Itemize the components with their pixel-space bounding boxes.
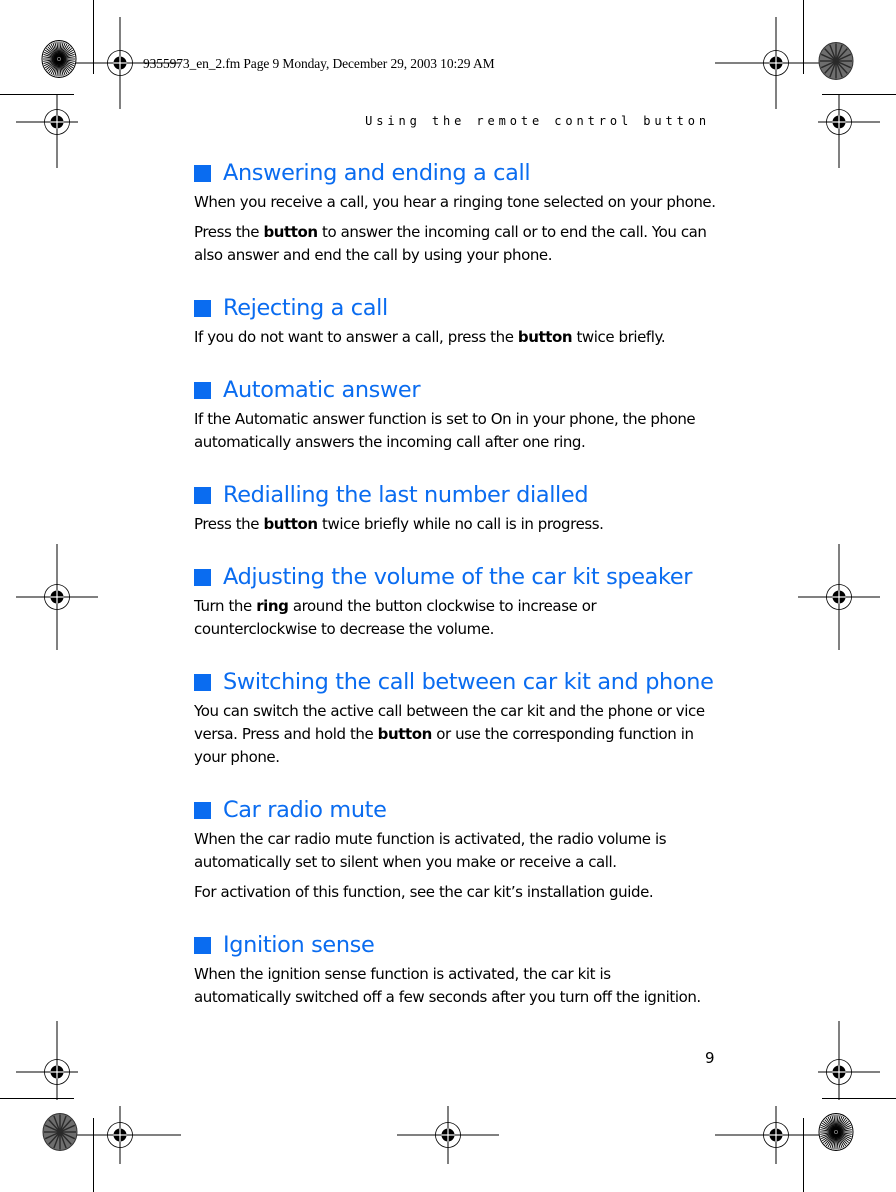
text-run: your phone. (194, 748, 280, 766)
square-bullet-icon (194, 673, 211, 691)
body-paragraph: For activation of this function, see the… (194, 881, 724, 904)
square-bullet-icon (194, 381, 211, 399)
square-bullet-icon (194, 486, 211, 504)
section-heading: Automatic answer (194, 375, 724, 405)
text-run: Turn the (194, 597, 257, 615)
bold-term: button (263, 515, 318, 533)
text-run: automatically switched off a few seconds… (194, 988, 701, 1006)
square-bullet-icon (194, 568, 211, 586)
section-heading: Adjusting the volume of the car kit spea… (194, 562, 724, 592)
section-heading-text: Adjusting the volume of the car kit spea… (223, 564, 693, 590)
text-run: When you receive a call, you hear a ring… (194, 193, 716, 211)
text-run: You can switch the active call between t… (194, 702, 705, 720)
color-bar-icon (42, 1113, 78, 1151)
running-head: Using the remote control button (365, 114, 710, 128)
bold-term: button (263, 223, 318, 241)
registration-mark-icon (818, 1021, 880, 1100)
section: Ignition sense When the ignition sense fu… (194, 930, 724, 1009)
registration-mark-icon (798, 544, 880, 650)
section-heading: Ignition sense (194, 930, 724, 960)
section-heading: Redialling the last number dialled (194, 480, 724, 510)
section: Adjusting the volume of the car kit spea… (194, 562, 724, 641)
registration-mark-icon (16, 94, 78, 168)
text-run: to answer the incoming call or to end th… (317, 223, 707, 241)
star-target-icon (818, 1113, 854, 1151)
text-run: around the button clockwise to increase … (288, 597, 597, 615)
section: Rejecting a call If you do not want to an… (194, 293, 724, 349)
star-target-icon (41, 40, 77, 78)
square-bullet-icon (194, 164, 211, 182)
body-paragraph: If the Automatic answer function is set … (194, 408, 724, 454)
text-run: Press the (194, 515, 264, 533)
square-bullet-icon (194, 299, 211, 317)
text-run: automatically answers the incoming call … (194, 433, 586, 451)
body-paragraph: When you receive a call, you hear a ring… (194, 191, 724, 214)
body-paragraph: When the car radio mute function is acti… (194, 828, 724, 874)
text-run: For activation of this function, see the… (194, 883, 654, 901)
body-paragraph: If you do not want to answer a call, pre… (194, 326, 724, 349)
section: Car radio mute When the car radio mute fu… (194, 795, 724, 904)
text-run: Press the (194, 223, 264, 241)
registration-mark-icon (16, 1021, 78, 1100)
text-run: versa. Press and hold the (194, 725, 378, 743)
section-heading-text: Redialling the last number dialled (223, 482, 589, 508)
section: Redialling the last number dialled Press … (194, 480, 724, 536)
body-paragraph: Turn the ring around the button clockwis… (194, 595, 724, 641)
section-heading-text: Automatic answer (223, 377, 421, 403)
text-run: or use the corresponding function in (431, 725, 694, 743)
section-heading-text: Ignition sense (223, 932, 375, 958)
section-heading: Car radio mute (194, 795, 724, 825)
bold-term: button (377, 725, 433, 743)
page-number: 9 (705, 1049, 715, 1067)
section-heading-text: Car radio mute (223, 797, 387, 823)
registration-mark-icon (818, 94, 880, 168)
text-run: counterclockwise to decrease the volume. (194, 620, 494, 638)
section: Automatic answer If the Automatic answer … (194, 375, 724, 454)
print-slug: 9355973_en_2.fm Page 9 Monday, December … (143, 56, 495, 71)
body-paragraph: Press the button to answer the incoming … (194, 221, 724, 267)
section: Switching the call between car kit and p… (194, 667, 724, 769)
text-run: When the car radio mute function is acti… (194, 830, 667, 848)
square-bullet-icon (194, 936, 211, 954)
text-run: twice briefly while no call is in progre… (317, 515, 604, 533)
text-run: twice briefly. (572, 328, 666, 346)
bold-term: ring (256, 597, 289, 615)
page-content: Answering and ending a call When you rece… (194, 158, 724, 1009)
text-run: When the ignition sense function is acti… (194, 965, 611, 983)
color-bar-icon (818, 42, 854, 80)
section-heading-text: Answering and ending a call (223, 160, 531, 186)
text-run: also answer and end the call by using yo… (194, 246, 553, 264)
text-run: automatically set to silent when you mak… (194, 853, 617, 871)
section-heading-text: Switching the call between car kit and p… (223, 669, 714, 695)
registration-mark-icon (397, 1106, 499, 1164)
body-paragraph: You can switch the active call between t… (194, 700, 724, 769)
section-heading: Switching the call between car kit and p… (194, 667, 724, 697)
section-heading-text: Rejecting a call (223, 295, 388, 321)
section-heading: Answering and ending a call (194, 158, 724, 188)
registration-mark-icon (16, 544, 98, 650)
section: Answering and ending a call When you rece… (194, 158, 724, 267)
section-heading: Rejecting a call (194, 293, 724, 323)
text-run: If you do not want to answer a call, pre… (194, 328, 518, 346)
body-paragraph: Press the button twice briefly while no … (194, 513, 724, 536)
bold-term: button (517, 328, 573, 346)
text-run: If the Automatic answer function is set … (194, 410, 696, 428)
square-bullet-icon (194, 801, 211, 819)
body-paragraph: When the ignition sense function is acti… (194, 963, 724, 1009)
